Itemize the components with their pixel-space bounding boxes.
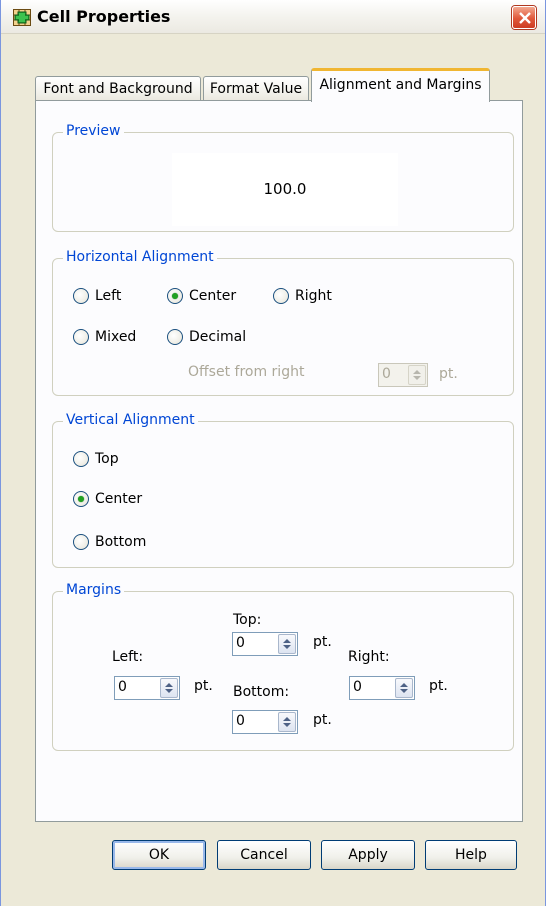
radio-label: Center: [95, 491, 143, 507]
ok-button[interactable]: OK: [112, 840, 206, 870]
margin-top-unit: pt.: [313, 634, 332, 650]
margin-bottom-unit: pt.: [313, 712, 332, 728]
window-title: Cell Properties: [37, 7, 171, 26]
radio-button-icon: [73, 288, 89, 304]
margin-right-spinner[interactable]: 0: [349, 676, 415, 700]
close-icon: [519, 12, 531, 24]
radio-label: Left: [95, 288, 122, 304]
margin-left-unit: pt.: [194, 678, 213, 694]
preview-value: 100.0: [172, 153, 398, 226]
offset-value: 0: [382, 366, 391, 382]
margin-left-spinner[interactable]: 0: [114, 676, 180, 700]
radio-button-icon: [73, 451, 89, 467]
radio-horizontal-right[interactable]: Right: [273, 286, 332, 306]
radio-horizontal-left[interactable]: Left: [73, 286, 121, 306]
margin-bottom-spinner[interactable]: 0: [232, 710, 298, 734]
margins-group: Margins Top: 0 pt. Left: 0 pt. Right: 0: [52, 582, 514, 751]
cancel-button[interactable]: Cancel: [217, 840, 311, 870]
spinner-arrows-icon[interactable]: [395, 678, 413, 698]
margin-left-label: Left:: [112, 649, 144, 665]
preview-legend: Preview: [63, 123, 124, 139]
margin-bottom-value[interactable]: 0: [236, 713, 245, 729]
radio-button-icon: [167, 288, 183, 304]
radio-horizontal-mixed[interactable]: Mixed: [73, 327, 136, 347]
offset-from-right-spinner: 0: [378, 363, 428, 387]
radio-button-icon: [167, 329, 183, 345]
radio-label: Decimal: [189, 329, 247, 345]
radio-button-icon: [273, 288, 289, 304]
radio-button-icon: [73, 491, 89, 507]
radio-vertical-top[interactable]: Top: [73, 449, 119, 469]
vertical-alignment-legend: Vertical Alignment: [63, 412, 198, 428]
radio-vertical-center[interactable]: Center: [73, 489, 142, 509]
radio-label: Bottom: [95, 534, 147, 550]
apply-button[interactable]: Apply: [321, 840, 415, 870]
radio-label: Mixed: [95, 329, 137, 345]
spinner-arrows-icon: [408, 365, 426, 385]
tab-panel-alignment-and-margins: Preview 100.0 Horizontal Alignment Left …: [35, 100, 523, 822]
spinner-arrows-icon[interactable]: [278, 634, 296, 654]
close-button[interactable]: [512, 6, 536, 29]
radio-label: Top: [95, 451, 119, 467]
margin-left-value[interactable]: 0: [118, 679, 127, 695]
spinner-arrows-icon[interactable]: [160, 678, 178, 698]
offset-from-right-label: Offset from right: [188, 364, 305, 380]
margin-top-value[interactable]: 0: [236, 635, 245, 651]
tab-alignment-and-margins[interactable]: Alignment and Margins: [311, 68, 490, 102]
horizontal-alignment-group: Horizontal Alignment Left Center Right M…: [52, 249, 514, 396]
radio-button-icon: [73, 534, 89, 550]
tab-font-and-background[interactable]: Font and Background: [35, 76, 201, 102]
spinner-arrows-icon[interactable]: [278, 712, 296, 732]
help-button[interactable]: Help: [425, 840, 517, 870]
radio-button-icon: [73, 329, 89, 345]
margin-right-value[interactable]: 0: [353, 679, 362, 695]
horizontal-alignment-legend: Horizontal Alignment: [63, 249, 217, 265]
cell-properties-icon: [13, 9, 31, 26]
cell-properties-dialog: Cell Properties Font and Background Form…: [0, 0, 546, 906]
radio-label: Center: [189, 288, 237, 304]
vertical-alignment-group: Vertical Alignment Top Center Bottom: [52, 412, 514, 568]
margin-top-label: Top:: [233, 612, 262, 628]
preview-group: Preview 100.0: [52, 123, 514, 232]
margin-right-unit: pt.: [429, 678, 448, 694]
radio-horizontal-decimal[interactable]: Decimal: [167, 327, 246, 347]
radio-label: Right: [295, 288, 332, 304]
margin-bottom-label: Bottom:: [233, 684, 290, 700]
margin-right-label: Right:: [348, 649, 390, 665]
radio-vertical-bottom[interactable]: Bottom: [73, 532, 146, 552]
margin-top-spinner[interactable]: 0: [232, 632, 298, 656]
radio-horizontal-center[interactable]: Center: [167, 286, 236, 306]
tab-format-value[interactable]: Format Value: [203, 76, 309, 102]
offset-unit: pt.: [439, 366, 458, 382]
margins-legend: Margins: [63, 582, 125, 598]
title-bar: Cell Properties: [1, 0, 545, 34]
